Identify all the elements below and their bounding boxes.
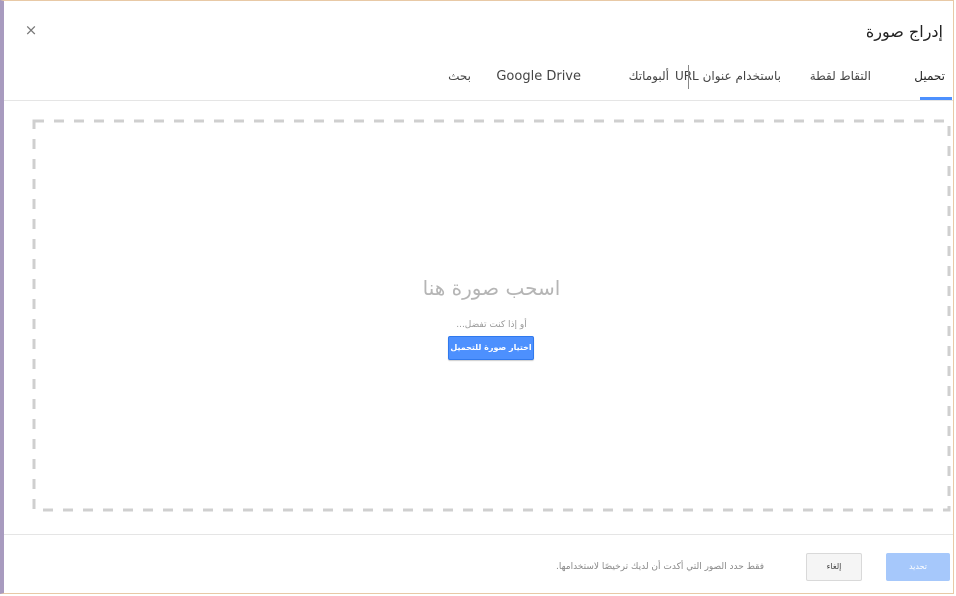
tab-your-albums[interactable]: ألبوماتك: [629, 69, 669, 83]
tab-upload[interactable]: تحميل: [914, 69, 945, 83]
close-icon[interactable]: ×: [22, 21, 40, 39]
tab-by-url[interactable]: باستخدام عنوان URL: [675, 69, 781, 83]
insert-image-dialog: × إدراج صورة تحميل التقاط لقطة باستخدام …: [0, 0, 954, 594]
or-text: أو إذا كنت تفضل...: [456, 320, 527, 330]
dialog-title: إدراج صورة: [865, 22, 943, 41]
drag-image-text: اسحب صورة هنا: [422, 276, 561, 300]
select-button[interactable]: تحديد: [886, 553, 950, 581]
active-tab-indicator: [920, 97, 952, 100]
drop-zone[interactable]: اسحب صورة هنا أو إذا كنت تفضل... اختيار …: [32, 119, 951, 512]
tab-take-snapshot[interactable]: التقاط لقطة: [810, 69, 871, 83]
tab-bar: تحميل التقاط لقطة باستخدام عنوان URL ألب…: [4, 60, 953, 101]
cancel-button[interactable]: إلغاء: [806, 553, 862, 581]
tab-separator: [688, 65, 689, 89]
tab-search[interactable]: بحث: [448, 69, 471, 83]
select-image-to-upload-button[interactable]: اختيار صورة للتحميل: [448, 336, 534, 360]
drop-zone-border: [32, 119, 951, 512]
dialog-footer: فقط حدد الصور التي أكدت أن لديك ترخيصًا …: [4, 534, 953, 595]
license-note: فقط حدد الصور التي أكدت أن لديك ترخيصًا …: [556, 562, 765, 572]
tab-google-drive[interactable]: Google Drive: [496, 69, 581, 84]
